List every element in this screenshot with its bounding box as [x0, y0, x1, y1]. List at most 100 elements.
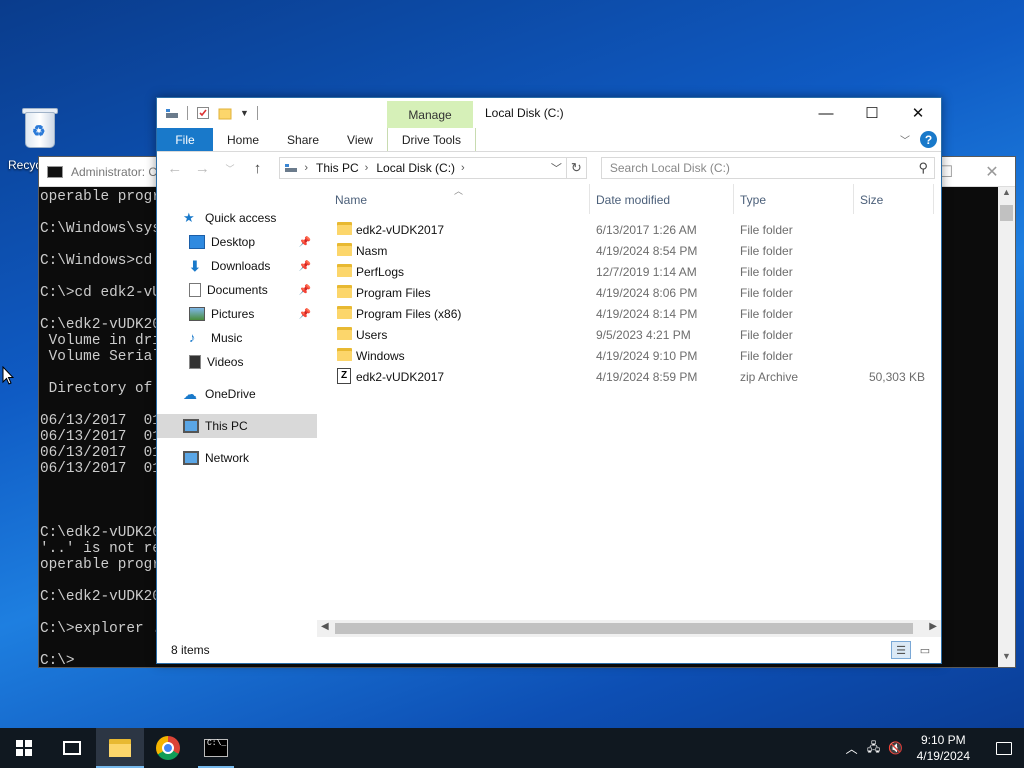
- desktop-icon: [189, 235, 205, 249]
- search-box[interactable]: Search Local Disk (C:) ⚲: [600, 157, 936, 179]
- action-center-button[interactable]: [984, 741, 1024, 755]
- qat-dropdown-icon[interactable]: ▼: [240, 108, 249, 118]
- up-button[interactable]: ↑: [246, 160, 270, 177]
- nav-quick-access[interactable]: ★ Quick access: [157, 206, 317, 230]
- scroll-thumb[interactable]: [1000, 205, 1013, 221]
- scroll-right-icon[interactable]: ▶: [929, 621, 937, 632]
- show-hidden-icons-icon[interactable]: ︿: [841, 740, 863, 757]
- table-row[interactable]: Program Files (x86) 4/19/2024 8:14 PM File…: [317, 303, 941, 324]
- file-name: Program Files: [356, 285, 431, 300]
- column-date-modified[interactable]: Date modified: [596, 193, 670, 207]
- nav-label: This PC: [205, 419, 248, 433]
- details-view-icon[interactable]: ☰: [891, 641, 911, 659]
- file-explorer-window[interactable]: ▼ Manage Local Disk (C:) — ☐ ✕ File Home…: [156, 97, 942, 664]
- network-icon: [183, 451, 199, 465]
- table-row[interactable]: Program Files 4/19/2024 8:06 PM File folde…: [317, 282, 941, 303]
- start-button[interactable]: [0, 728, 48, 768]
- close-button[interactable]: ✕: [895, 98, 941, 128]
- search-placeholder[interactable]: Search Local Disk (C:): [610, 161, 730, 175]
- cmd-scrollbar[interactable]: ▲ ▼: [998, 187, 1015, 667]
- file-date: 4/19/2024 8:54 PM: [596, 243, 698, 258]
- manage-contextual-tab[interactable]: Manage: [387, 101, 473, 128]
- column-type[interactable]: Type: [740, 193, 766, 207]
- tab-share[interactable]: Share: [273, 128, 333, 151]
- nav-network[interactable]: Network: [157, 446, 317, 470]
- nav-label: Music: [211, 331, 243, 345]
- tab-home[interactable]: Home: [213, 128, 273, 151]
- minimize-button[interactable]: —: [803, 98, 849, 128]
- cmd-close-button[interactable]: ✕: [969, 157, 1015, 187]
- monitor-icon: [183, 419, 199, 433]
- folder-icon: [337, 222, 352, 235]
- breadcrumb-separator-icon[interactable]: ›: [304, 162, 308, 174]
- back-button[interactable]: ←: [163, 160, 187, 177]
- network-status-icon[interactable]: 🖧: [863, 738, 885, 759]
- table-row[interactable]: Zedk2-vUDK2017 4/19/2024 8:59 PM zip Archi…: [317, 366, 941, 387]
- column-size[interactable]: Size: [860, 193, 883, 207]
- scroll-left-icon[interactable]: ◀: [321, 621, 329, 632]
- file-list-pane: ︿ Name Date modified Type Size edk2-vUDK…: [317, 184, 941, 637]
- column-headers: ︿ Name Date modified Type Size: [317, 184, 941, 216]
- nav-documents[interactable]: Documents 📌: [157, 278, 317, 302]
- hscroll-thumb[interactable]: [335, 623, 913, 634]
- properties-icon[interactable]: [196, 106, 210, 120]
- taskbar-file-explorer[interactable]: [96, 728, 144, 768]
- file-type: File folder: [740, 306, 793, 321]
- table-row[interactable]: Nasm 4/19/2024 8:54 PM File folder: [317, 240, 941, 261]
- breadcrumb-separator-icon[interactable]: ›: [461, 162, 465, 174]
- nav-label: Network: [205, 451, 250, 465]
- table-row[interactable]: edk2-vUDK2017 6/13/2017 1:26 AM File folde…: [317, 219, 941, 240]
- nav-music[interactable]: ♪ Music: [157, 326, 317, 350]
- pin-icon[interactable]: 📌: [299, 285, 311, 296]
- tab-file[interactable]: File: [157, 128, 213, 151]
- explorer-titlebar[interactable]: ▼ Manage Local Disk (C:) — ☐ ✕: [157, 98, 941, 128]
- scroll-up-icon[interactable]: ▲: [998, 187, 1015, 203]
- breadcrumb-local-disk[interactable]: Local Disk (C:): [376, 161, 455, 175]
- new-folder-icon[interactable]: [218, 106, 232, 120]
- nav-downloads[interactable]: ⬇ Downloads 📌: [157, 254, 317, 278]
- nav-onedrive[interactable]: ☁ OneDrive: [157, 382, 317, 406]
- horizontal-scrollbar[interactable]: ◀ ▶: [317, 620, 941, 637]
- refresh-icon[interactable]: ↻: [565, 158, 586, 178]
- nav-videos[interactable]: Videos: [157, 350, 317, 374]
- pin-icon[interactable]: 📌: [299, 237, 311, 248]
- breadcrumb-separator-icon[interactable]: ›: [365, 162, 369, 174]
- large-icons-view-icon[interactable]: ▭: [915, 641, 935, 659]
- forward-button[interactable]: →: [191, 160, 215, 177]
- navigation-pane: ★ Quick access Desktop 📌 ⬇ Downloads 📌 D…: [157, 184, 317, 637]
- tab-drive-tools[interactable]: Drive Tools: [386, 128, 476, 151]
- column-name[interactable]: Name: [335, 193, 367, 207]
- drive-icon[interactable]: [165, 106, 179, 120]
- volume-muted-icon[interactable]: 🔇: [885, 741, 907, 755]
- nav-desktop[interactable]: Desktop 📌: [157, 230, 317, 254]
- maximize-button[interactable]: ☐: [849, 98, 895, 128]
- pin-icon[interactable]: 📌: [299, 309, 311, 320]
- file-name: Nasm: [356, 243, 388, 258]
- file-rows: edk2-vUDK2017 6/13/2017 1:26 AM File folde…: [317, 219, 941, 387]
- address-bar[interactable]: › This PC › Local Disk (C:) › ﹀ ↻: [279, 157, 587, 179]
- nav-label: Quick access: [205, 211, 277, 225]
- recent-locations-icon[interactable]: ﹀: [218, 162, 242, 175]
- taskbar-cmd[interactable]: C:\_: [192, 728, 240, 768]
- search-icon[interactable]: ⚲: [918, 160, 928, 176]
- table-row[interactable]: Users 9/5/2023 4:21 PM File folder: [317, 324, 941, 345]
- folder-icon: [337, 348, 352, 361]
- nav-pictures[interactable]: Pictures 📌: [157, 302, 317, 326]
- table-row[interactable]: PerfLogs 12/7/2019 1:14 AM File folder: [317, 261, 941, 282]
- address-dropdown-icon[interactable]: ﹀: [551, 160, 562, 176]
- nav-label: Pictures: [211, 307, 255, 321]
- clock[interactable]: 9:10 PM 4/19/2024: [917, 732, 970, 764]
- nav-this-pc[interactable]: This PC: [157, 414, 317, 438]
- expand-ribbon-icon[interactable]: ﹀: [900, 132, 910, 147]
- breadcrumb-this-pc[interactable]: This PC: [316, 161, 359, 175]
- address-row: ← → ﹀ ↑ › This PC › Local Disk (C:) › ﹀ …: [157, 152, 941, 184]
- file-type: File folder: [740, 243, 793, 258]
- clock-date: 4/19/2024: [916, 749, 970, 763]
- scroll-down-icon[interactable]: ▼: [998, 651, 1015, 667]
- task-view-button[interactable]: [48, 728, 96, 768]
- help-icon[interactable]: ?: [920, 131, 937, 148]
- taskbar-chrome[interactable]: [144, 728, 192, 768]
- tab-view[interactable]: View: [333, 128, 387, 151]
- pin-icon[interactable]: 📌: [299, 261, 311, 272]
- table-row[interactable]: Windows 4/19/2024 9:10 PM File folder: [317, 345, 941, 366]
